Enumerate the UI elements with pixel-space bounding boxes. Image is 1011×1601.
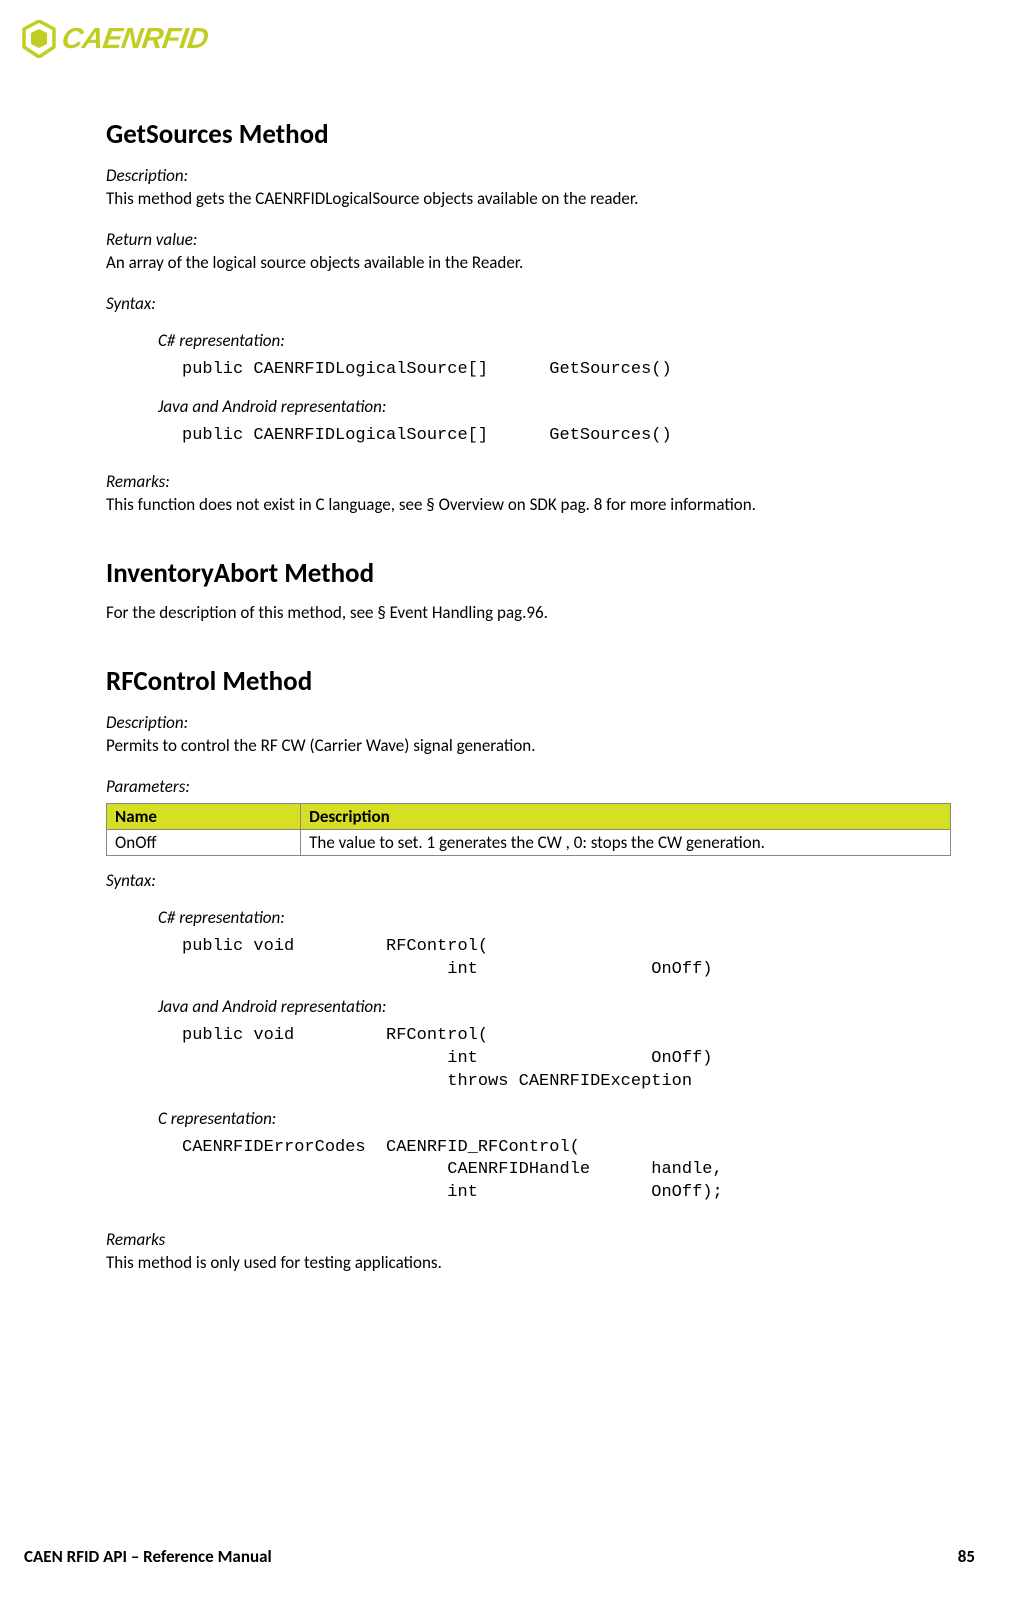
table-header-row: Name Description (107, 804, 951, 830)
table-row: OnOff The value to set. 1 generates the … (107, 830, 951, 856)
brand-logo: CAENRFID (22, 20, 1011, 58)
label-rf-remarks: Remarks (106, 1229, 951, 1252)
code-rf-csharp: public void RFControl( int OnOff) (182, 936, 951, 982)
text-remarks: This function does not exist in C langua… (106, 494, 951, 517)
text-description: This method gets the CAENRFIDLogicalSour… (106, 188, 951, 211)
heading-getsources: GetSources Method (106, 118, 951, 151)
label-syntax: Syntax: (106, 293, 951, 316)
page-footer: CAEN RFID API – Reference Manual 85 (24, 1546, 975, 1567)
text-inventoryabort: For the description of this method, see … (106, 602, 951, 625)
label-rf-description: Description: (106, 712, 951, 735)
label-java: Java and Android representation: (158, 396, 951, 419)
td-description: The value to set. 1 generates the CW , 0… (301, 830, 951, 856)
footer-title: CAEN RFID API – Reference Manual (24, 1546, 272, 1567)
td-name: OnOff (107, 830, 301, 856)
page-content: GetSources Method Description: This meth… (106, 118, 951, 1275)
label-rf-syntax: Syntax: (106, 870, 951, 893)
heading-inventoryabort: InventoryAbort Method (106, 557, 951, 590)
brand-text: CAENRFID (60, 23, 210, 56)
heading-rfcontrol: RFControl Method (106, 665, 951, 698)
th-description: Description (301, 804, 951, 830)
text-rf-remarks: This method is only used for testing app… (106, 1252, 951, 1275)
label-description: Description: (106, 165, 951, 188)
shield-icon (22, 20, 56, 58)
label-rf-c: C representation: (158, 1108, 951, 1131)
code-rf-java: public void RFControl( int OnOff) throws… (182, 1025, 951, 1094)
code-rf-c: CAENRFIDErrorCodes CAENRFID_RFControl( C… (182, 1137, 951, 1206)
label-return-value: Return value: (106, 229, 951, 252)
label-rf-csharp: C# representation: (158, 907, 951, 930)
th-name: Name (107, 804, 301, 830)
page-number: 85 (958, 1546, 975, 1567)
text-rf-description: Permits to control the RF CW (Carrier Wa… (106, 735, 951, 758)
label-remarks: Remarks: (106, 471, 951, 494)
label-csharp: C# representation: (158, 330, 951, 353)
code-java: public CAENRFIDLogicalSource[] GetSource… (182, 425, 951, 448)
code-csharp: public CAENRFIDLogicalSource[] GetSource… (182, 359, 951, 382)
parameters-table: Name Description OnOff The value to set.… (106, 803, 951, 856)
label-rf-java: Java and Android representation: (158, 996, 951, 1019)
label-parameters: Parameters: (106, 776, 951, 799)
text-return-value: An array of the logical source objects a… (106, 252, 951, 275)
